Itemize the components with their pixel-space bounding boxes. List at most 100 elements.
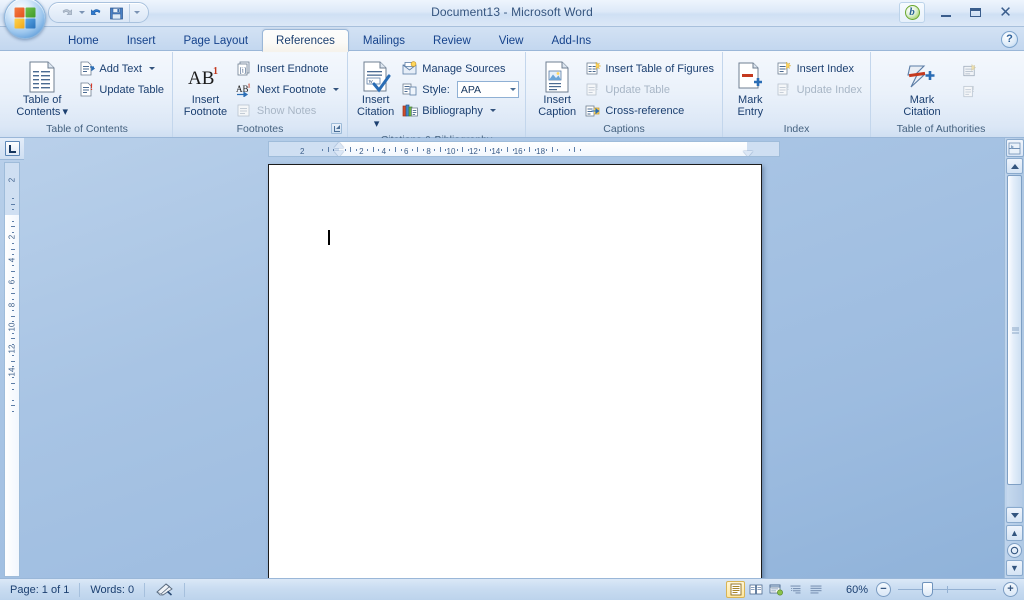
vertical-ruler[interactable]: 2 2 4 6 8 10 12 14 — [4, 162, 20, 577]
show-notes-button[interactable]: Show Notes — [233, 100, 344, 121]
tab-page-layout[interactable]: Page Layout — [169, 30, 262, 51]
show-notes-label: Show Notes — [256, 104, 317, 117]
tab-review[interactable]: Review — [419, 30, 485, 51]
ribbon-group-citations-bibliography: w Insert Citation▾ Manage Sources Style:… — [347, 52, 525, 146]
document-canvas[interactable] — [24, 160, 1004, 578]
scroll-down-button[interactable] — [1006, 507, 1023, 523]
tab-add-ins[interactable]: Add-Ins — [537, 30, 605, 51]
blogger-button[interactable]: b — [899, 2, 925, 23]
tab-references[interactable]: References — [262, 29, 349, 52]
save-button[interactable] — [107, 4, 126, 22]
vruler-mark — [11, 293, 15, 295]
scrollbar-grip-icon — [1012, 326, 1019, 335]
ribbon-group-table-of-contents: Table of Contents ▾ Add Text ! Update Ta… — [2, 52, 172, 137]
footnotes-dialog-launcher[interactable] — [331, 123, 342, 134]
right-indent-marker[interactable] — [743, 151, 753, 156]
hanging-indent-marker[interactable] — [334, 151, 344, 156]
tab-insert[interactable]: Insert — [113, 30, 170, 51]
restore-button[interactable] — [961, 3, 990, 22]
minimize-button[interactable] — [931, 3, 960, 22]
view-web-layout-button[interactable] — [766, 581, 785, 598]
table-of-contents-button[interactable]: Table of Contents ▾ — [13, 57, 71, 121]
update-index-button[interactable]: ! Update Index — [773, 79, 867, 100]
bibliography-icon — [401, 102, 418, 119]
insert-index-button[interactable]: Insert Index — [773, 58, 867, 79]
view-full-screen-reading-button[interactable] — [746, 581, 765, 598]
tab-home[interactable]: Home — [54, 30, 113, 51]
insert-table-of-authorities-button[interactable] — [958, 60, 987, 81]
close-button[interactable]: ✕ — [991, 3, 1020, 22]
vruler-mark — [12, 366, 14, 368]
vruler-tick: 8 — [7, 302, 17, 307]
help-button[interactable]: ? — [1001, 31, 1018, 48]
insert-footnote-button[interactable]: AB 1 Insert Footnote — [180, 57, 231, 121]
mark-citation-button[interactable]: Mark Citation — [888, 57, 956, 121]
manage-sources-label: Manage Sources — [422, 62, 506, 75]
vruler-margin-top — [5, 163, 19, 215]
first-line-indent-marker[interactable] — [334, 142, 344, 148]
document-page[interactable] — [268, 164, 762, 578]
svg-text:1: 1 — [213, 66, 218, 77]
vruler-mark — [12, 332, 14, 334]
page-indicator[interactable]: Page: 1 of 1 — [0, 579, 79, 600]
zoom-level-button[interactable]: 60% — [834, 584, 868, 596]
zoom-out-button[interactable]: − — [876, 582, 891, 597]
select-browse-object-button[interactable] — [1007, 543, 1022, 558]
ruler-tick: 16 — [513, 147, 523, 156]
view-draft-button[interactable] — [806, 581, 825, 598]
update-table-captions-button[interactable]: ! Update Table — [581, 79, 719, 100]
tab-mailings[interactable]: Mailings — [349, 30, 419, 51]
ruler-mark — [411, 149, 413, 151]
ruler-mark — [400, 149, 402, 151]
insert-citation-button[interactable]: w Insert Citation▾ — [355, 57, 396, 133]
bibliography-button[interactable]: Bibliography — [398, 100, 524, 121]
double-arrow-up-icon: ▲ — [1010, 527, 1019, 538]
ruler-mark — [557, 149, 559, 151]
previous-page-button[interactable]: ▲ — [1006, 525, 1023, 541]
manage-sources-button[interactable]: Manage Sources — [398, 58, 524, 79]
ribbon-group-table-of-authorities: Mark Citation ! Table of Authorities — [870, 52, 1016, 137]
vertical-scrollbar[interactable]: ▲ ▼ — [1004, 138, 1024, 578]
undo-button[interactable] — [57, 4, 76, 22]
citation-style-dropdown[interactable]: APA — [456, 81, 519, 98]
cross-reference-button[interactable]: Cross-reference — [581, 100, 719, 121]
split-window-button[interactable] — [1005, 139, 1024, 157]
next-footnote-button[interactable]: AB 1 Next Footnote — [233, 79, 344, 100]
scrollbar-track[interactable] — [1007, 175, 1022, 506]
word-count[interactable]: Words: 0 — [80, 579, 144, 600]
ruler-mark — [439, 147, 441, 152]
undo-dropdown-button[interactable] — [77, 4, 86, 22]
insert-endnote-button[interactable]: [i] Insert Endnote — [233, 58, 344, 79]
vruler-mark — [12, 355, 14, 356]
ruler-mark — [574, 147, 576, 152]
insert-caption-button[interactable]: Insert Caption — [535, 57, 579, 121]
tab-view[interactable]: View — [485, 30, 538, 51]
next-page-button[interactable]: ▼ — [1006, 560, 1023, 576]
ruler-tick: 4 — [381, 147, 387, 156]
proofing-status-button[interactable] — [145, 579, 184, 600]
view-outline-button[interactable] — [786, 581, 805, 598]
chevron-down-icon — [509, 88, 516, 91]
zoom-slider-track[interactable] — [898, 582, 996, 597]
view-print-layout-button[interactable] — [726, 581, 745, 598]
update-table-toa-button[interactable]: ! — [958, 81, 987, 102]
zoom-in-button[interactable]: + — [1003, 582, 1018, 597]
update-table-toc-button[interactable]: ! Update Table — [75, 79, 169, 100]
svg-text:!: ! — [595, 82, 598, 92]
scrollbar-thumb[interactable] — [1007, 175, 1022, 485]
tab-selector-button[interactable] — [0, 138, 24, 160]
horizontal-ruler[interactable]: 2 2 4 6 8 10 12 14 16 18 — [268, 141, 780, 157]
add-text-button[interactable]: Add Text — [75, 58, 169, 79]
ruler-mark — [479, 149, 480, 151]
double-arrow-down-icon: ▼ — [1010, 562, 1019, 573]
mark-citation-line1: Mark — [909, 94, 935, 106]
scroll-up-button[interactable] — [1006, 158, 1023, 174]
mark-entry-button[interactable]: Mark Entry — [730, 57, 771, 121]
status-divider — [184, 582, 186, 597]
insert-table-of-figures-button[interactable]: Insert Table of Figures — [581, 58, 719, 79]
ruler-mark — [417, 147, 419, 152]
zoom-slider-thumb[interactable] — [922, 582, 933, 597]
redo-button[interactable] — [87, 4, 106, 22]
customize-qat-button[interactable] — [129, 3, 143, 22]
vruler-mark — [12, 299, 14, 300]
